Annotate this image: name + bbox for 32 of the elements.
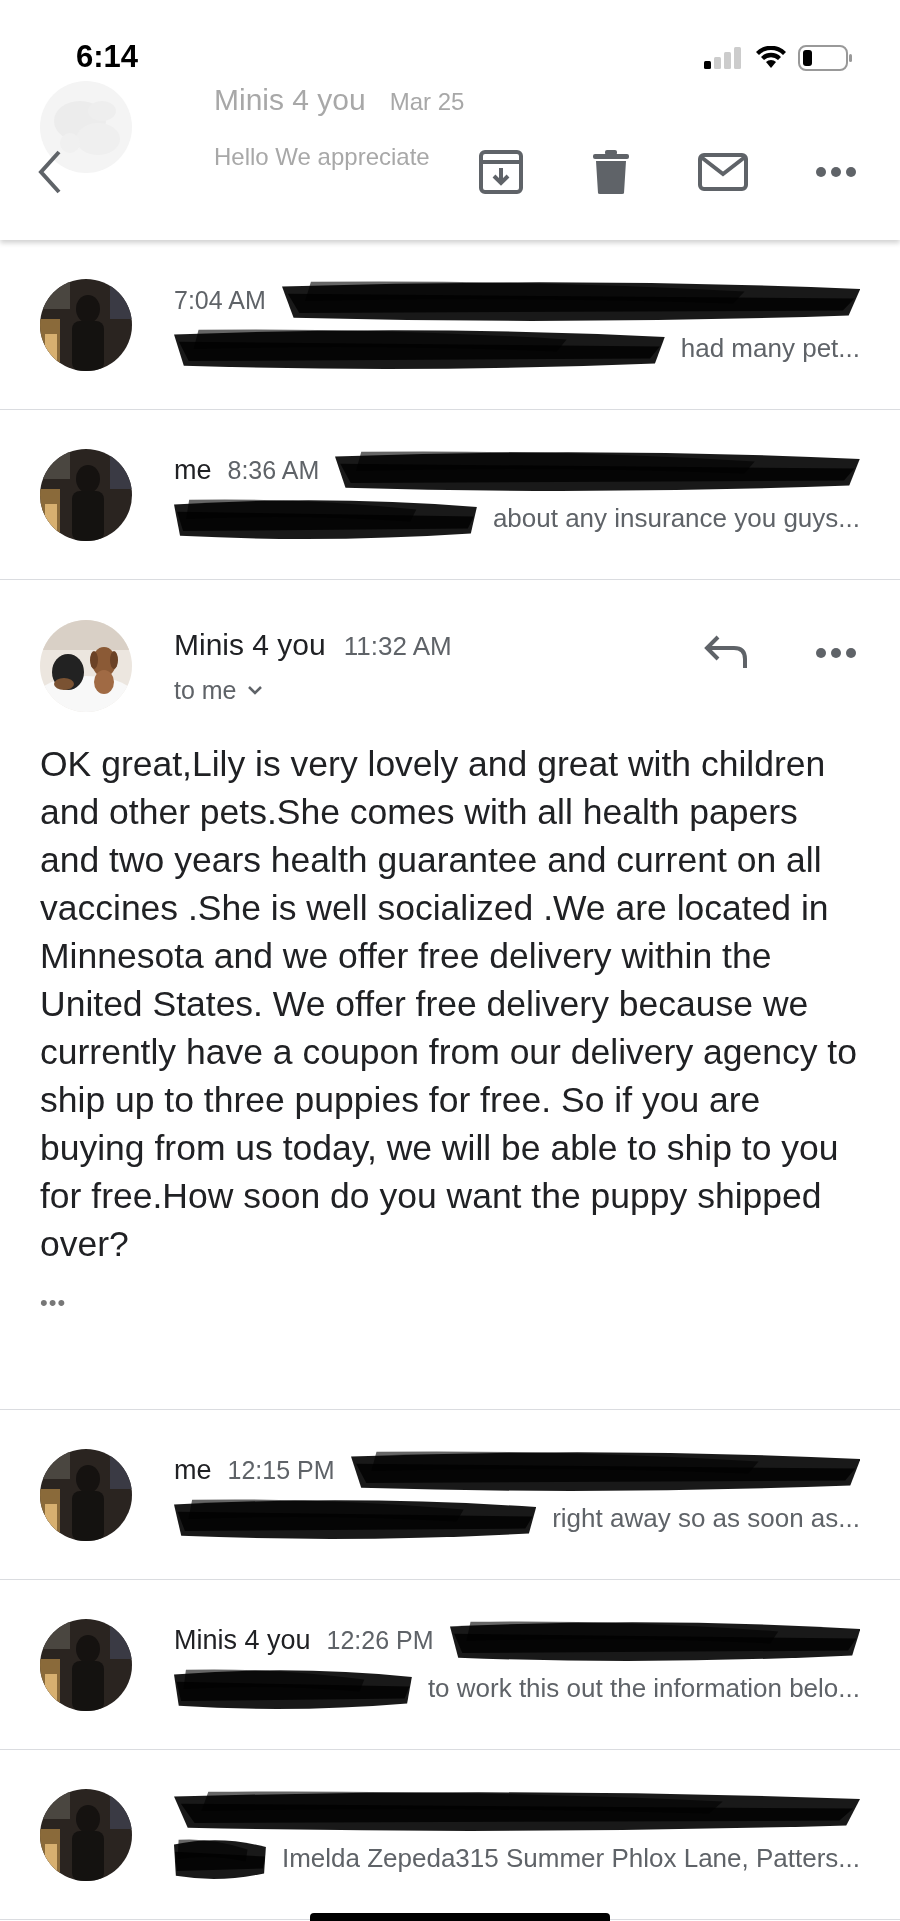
mail-icon xyxy=(698,153,748,191)
more-icon xyxy=(816,648,856,658)
back-icon xyxy=(38,150,62,194)
trash-icon xyxy=(592,149,630,195)
reply-icon xyxy=(704,634,748,670)
wifi-icon xyxy=(754,46,788,70)
message-time: 7:04 AM xyxy=(174,286,266,315)
message-preview: Hello We appreciate xyxy=(214,143,431,171)
sender-name: Minis 4 you xyxy=(214,83,366,117)
sender-name: me xyxy=(174,455,212,486)
message-time: 8:36 AM xyxy=(227,456,320,485)
status-time: 6:14 xyxy=(76,39,139,75)
sender-name: me xyxy=(174,1455,212,1486)
message-body: OK great,Lily is very lovely and great with children and other pets.She comes with all health papers and two years health guarantee and current on all vaccines .She is well socialized .We are located in Minnesota and we offer free delivery within the United States. We offer free delivery because we currently have a coupon from our delivery agency to ship up to three puppies for free. So if you are buying from us today, we will be able to ship to you for free.How soon do you want the puppy shipped over? xyxy=(40,743,858,1266)
sender-name: Minis 4 you xyxy=(174,1625,311,1656)
signal-icon xyxy=(704,47,744,69)
message-preview: right away so as soon as... xyxy=(552,1503,860,1534)
message-date: Mar 25 xyxy=(389,88,465,116)
recipient-label: to me xyxy=(174,675,237,705)
more-icon xyxy=(816,167,856,177)
message-preview: about any insurance you guys... xyxy=(492,503,860,534)
message-time: 11:32 AM xyxy=(343,630,452,661)
message-time: 12:15 PM xyxy=(227,1456,335,1485)
message-time: 12:26 PM xyxy=(326,1626,434,1655)
message-preview: to work this out the information belo... xyxy=(427,1673,860,1704)
archive-icon xyxy=(478,149,524,195)
battery-icon xyxy=(798,45,854,71)
chevron-down-icon[interactable] xyxy=(246,685,263,695)
message-preview: Imelda Zepeda315 Summer Phlox Lane, Patters... xyxy=(281,1843,860,1874)
sender-name: Minis 4 you xyxy=(174,627,326,661)
show-trimmed-content[interactable]: ••• xyxy=(40,1290,67,1316)
message-preview: had many pet... xyxy=(680,333,860,364)
